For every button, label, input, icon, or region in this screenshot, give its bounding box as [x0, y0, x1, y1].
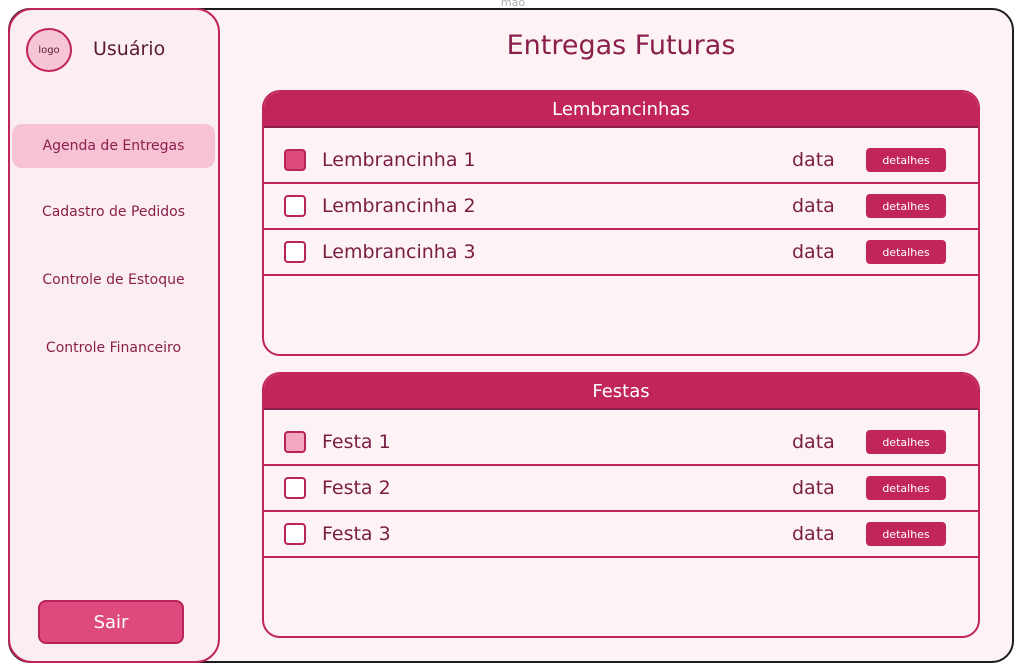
logo: logo	[26, 28, 72, 72]
logout-button[interactable]: Sair	[38, 600, 184, 644]
section-header: Festas	[264, 374, 978, 410]
details-button[interactable]: detalhes	[866, 194, 946, 218]
item-date: data	[792, 477, 835, 499]
checkbox[interactable]	[284, 523, 306, 545]
item-label: Festa 2	[322, 477, 391, 499]
details-button[interactable]: detalhes	[866, 240, 946, 264]
checkbox[interactable]	[284, 149, 306, 171]
checkbox[interactable]	[284, 195, 306, 217]
item-date: data	[792, 149, 835, 171]
checkbox[interactable]	[284, 431, 306, 453]
checkbox[interactable]	[284, 477, 306, 499]
item-date: data	[792, 523, 835, 545]
sidebar-item-controle-financeiro[interactable]: Controle Financeiro	[12, 326, 215, 370]
item-date: data	[792, 195, 835, 217]
section-lembrancinhas: Lembrancinhas Lembrancinha 1 data detalh…	[262, 90, 980, 356]
user-name: Usuário	[93, 38, 166, 60]
list-item: Festa 3 data detalhes	[264, 512, 978, 558]
details-button[interactable]: detalhes	[866, 148, 946, 172]
list-item: Lembrancinha 3 data detalhes	[264, 230, 978, 276]
checkbox[interactable]	[284, 241, 306, 263]
list-item: Lembrancinha 1 data detalhes	[264, 138, 978, 184]
item-label: Lembrancinha 3	[322, 241, 476, 263]
item-date: data	[792, 241, 835, 263]
item-label: Lembrancinha 1	[322, 149, 476, 171]
details-button[interactable]: detalhes	[866, 522, 946, 546]
details-button[interactable]: detalhes	[866, 430, 946, 454]
item-label: Festa 3	[322, 523, 391, 545]
list-item: Festa 1 data detalhes	[264, 420, 978, 466]
item-label: Lembrancinha 2	[322, 195, 476, 217]
sidebar-item-cadastro-de-pedidos[interactable]: Cadastro de Pedidos	[12, 190, 215, 234]
details-button[interactable]: detalhes	[866, 476, 946, 500]
section-header: Lembrancinhas	[264, 92, 978, 128]
list-item: Festa 2 data detalhes	[264, 466, 978, 512]
section-festas: Festas Festa 1 data detalhes Festa 2 dat…	[262, 372, 980, 638]
sidebar-item-controle-de-estoque[interactable]: Controle de Estoque	[12, 258, 215, 302]
item-label: Festa 1	[322, 431, 391, 453]
item-date: data	[792, 431, 835, 453]
sidebar-item-agenda-de-entregas[interactable]: Agenda de Entregas	[12, 124, 215, 168]
list-item: Lembrancinha 2 data detalhes	[264, 184, 978, 230]
page-title: Entregas Futuras	[506, 30, 736, 61]
